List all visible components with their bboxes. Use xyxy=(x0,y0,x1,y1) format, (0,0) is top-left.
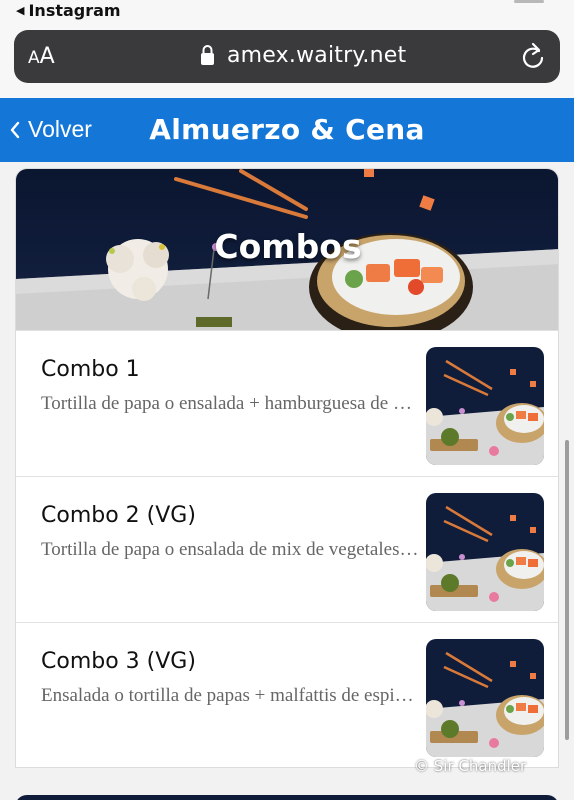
reload-icon[interactable] xyxy=(520,42,546,70)
combo-name: Combo 2 (VG) xyxy=(41,503,196,528)
scrollbar[interactable] xyxy=(565,440,569,740)
category-banner[interactable]: Combos xyxy=(16,169,558,330)
address-bar[interactable]: AA amex.waitry.net xyxy=(14,30,560,83)
lock-icon xyxy=(201,44,214,65)
status-bar: ◀ Instagram xyxy=(0,0,574,26)
back-triangle-icon: ◀ xyxy=(16,4,25,17)
drag-handle xyxy=(514,0,544,3)
combo-thumbnail xyxy=(426,639,544,757)
next-category-card[interactable] xyxy=(15,795,559,800)
category-card: Combos Combo 1 Tortilla de papa o ensala… xyxy=(15,168,559,768)
combo-description: Tortilla de papa o ensalada de mix de ve… xyxy=(41,539,419,560)
combo-thumbnail xyxy=(426,493,544,611)
watermark: © Sir Chandler xyxy=(414,757,527,775)
page-title: Almuerzo & Cena xyxy=(149,113,425,146)
combo-name: Combo 3 (VG) xyxy=(41,649,196,674)
combo-description: Ensalada o tortilla de papas + malfattis… xyxy=(41,685,419,706)
browser-chrome: AA amex.waitry.net xyxy=(0,26,574,98)
category-title: Combos xyxy=(214,227,362,266)
combo-thumbnail xyxy=(426,347,544,465)
url-display[interactable]: amex.waitry.net xyxy=(200,43,406,68)
text-size-button[interactable]: AA xyxy=(28,44,55,69)
aa-big: A xyxy=(39,44,55,69)
aa-small: A xyxy=(28,48,40,68)
combo-item[interactable]: Combo 1 Tortilla de papa o ensalada + ha… xyxy=(16,330,558,476)
back-to-app-link[interactable]: ◀ Instagram xyxy=(16,1,121,20)
app-header: Volver Almuerzo & Cena xyxy=(0,98,574,162)
combo-item[interactable]: Combo 2 (VG) Tortilla de papa o ensalada… xyxy=(16,476,558,622)
combo-name: Combo 1 xyxy=(41,357,140,382)
combo-item[interactable]: Combo 3 (VG) Ensalada o tortilla de papa… xyxy=(16,622,558,767)
url-text: amex.waitry.net xyxy=(227,43,407,68)
back-to-app-label: Instagram xyxy=(28,1,121,20)
combo-description: Tortilla de papa o ensalada + hamburgues… xyxy=(41,393,419,414)
